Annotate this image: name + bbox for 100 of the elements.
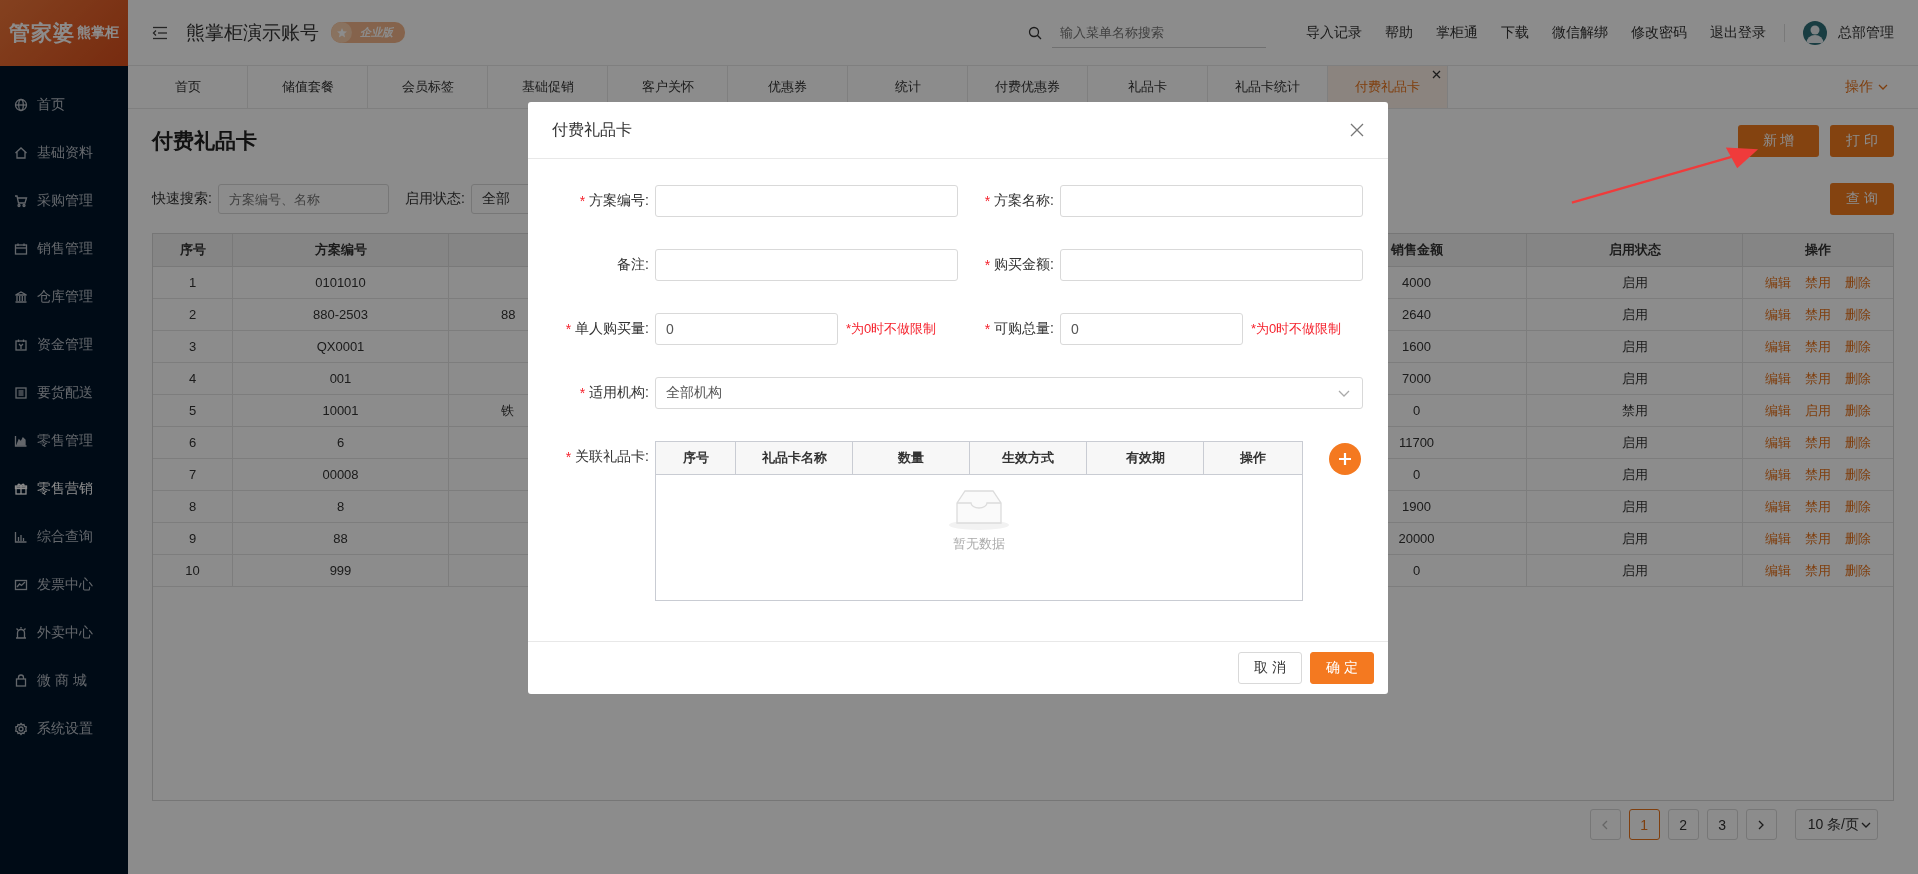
sidebar-item[interactable]: 基础资料	[0, 129, 128, 177]
table-action-link[interactable]: 禁用	[1805, 561, 1831, 580]
sidebar-item[interactable]: 销售管理	[0, 225, 128, 273]
table-action-link[interactable]: 禁用	[1805, 273, 1831, 292]
table-action-link[interactable]: 禁用	[1805, 529, 1831, 548]
table-cell: 启用	[1527, 523, 1743, 555]
table-action-link[interactable]: 禁用	[1805, 497, 1831, 516]
header-link[interactable]: 修改密码	[1631, 23, 1687, 42]
gift-icon	[14, 482, 28, 496]
page-button[interactable]: 2	[1667, 809, 1699, 840]
table-action-link[interactable]: 禁用	[1805, 369, 1831, 388]
sidebar-item[interactable]: 采购管理	[0, 177, 128, 225]
field-label: 适用机构:	[589, 384, 649, 402]
table-action-link[interactable]: 编辑	[1765, 465, 1791, 484]
table-cell: 7	[153, 459, 233, 491]
table-cell: QX0001	[233, 331, 449, 363]
table-action-link[interactable]: 删除	[1845, 465, 1871, 484]
table-action-link[interactable]: 禁用	[1805, 305, 1831, 324]
table-action-link[interactable]: 删除	[1845, 529, 1871, 548]
table-action-link[interactable]: 删除	[1845, 401, 1871, 420]
table-action-link[interactable]: 编辑	[1765, 561, 1791, 580]
avatar[interactable]	[1803, 20, 1827, 45]
close-icon[interactable]	[1350, 123, 1364, 137]
previous-page-button[interactable]	[1589, 809, 1621, 840]
sidebar-item[interactable]: 发票中心	[0, 561, 128, 609]
header-link[interactable]: 导入记录	[1306, 23, 1362, 42]
table-action-link[interactable]: 禁用	[1805, 465, 1831, 484]
table-action-link[interactable]: 禁用	[1805, 433, 1831, 452]
sidebar-item[interactable]: 微 商 城	[0, 657, 128, 705]
cancel-button[interactable]: 取 消	[1238, 652, 1303, 684]
table-action-link[interactable]: 删除	[1845, 305, 1871, 324]
header-link[interactable]: 帮助	[1385, 23, 1413, 42]
search-field[interactable]: 方案编号、名称	[217, 184, 389, 214]
table-action-link[interactable]: 删除	[1845, 337, 1871, 356]
table-cell: 启用	[1527, 491, 1743, 523]
table-action-link[interactable]: 编辑	[1765, 433, 1791, 452]
user-name[interactable]: 总部管理	[1838, 23, 1894, 42]
table-action-link[interactable]: 禁用	[1805, 337, 1831, 356]
table-action-link[interactable]: 编辑	[1765, 369, 1791, 388]
table-action-link[interactable]: 编辑	[1765, 337, 1791, 356]
input-field[interactable]	[1060, 249, 1363, 281]
table-action-link[interactable]: 编辑	[1765, 273, 1791, 292]
sidebar-item[interactable]: 综合查询	[0, 513, 128, 561]
add-button[interactable]	[1329, 443, 1361, 475]
confirm-button[interactable]: 确 定	[1310, 652, 1374, 684]
tab[interactable]: 会员标签	[368, 66, 488, 108]
sidebar-item[interactable]: 外卖中心	[0, 609, 128, 657]
tab[interactable]: 储值套餐	[248, 66, 368, 108]
chevron-down-icon	[1878, 84, 1888, 90]
next-page-button[interactable]	[1745, 809, 1777, 840]
sidebar-item[interactable]: 要货配送	[0, 369, 128, 417]
table-action-link[interactable]: 删除	[1845, 497, 1871, 516]
input-field[interactable]	[655, 185, 958, 217]
edition-badge: 企业版	[331, 22, 405, 43]
header-link[interactable]: 微信解绑	[1552, 23, 1608, 42]
logo-text: 管家婆	[9, 20, 75, 46]
table-cell: 3	[153, 331, 233, 363]
sidebar-item[interactable]: 仓库管理	[0, 273, 128, 321]
table-cell: 启用	[1527, 363, 1743, 395]
page-size-select[interactable]: 10 条/页	[1794, 809, 1878, 840]
input-field[interactable]	[655, 249, 958, 281]
select-field[interactable]: 全部机构	[655, 377, 1363, 409]
sidebar-item[interactable]: 零售管理	[0, 417, 128, 465]
action-button[interactable]: 打 印	[1830, 125, 1894, 157]
plus-icon	[1338, 452, 1352, 466]
table-action-link[interactable]: 编辑	[1765, 401, 1791, 420]
input-field[interactable]: 0	[655, 313, 838, 345]
empty-text: 暂无数据	[953, 535, 1005, 553]
sidebar-item[interactable]: 零售营销	[0, 465, 128, 513]
operations-menu[interactable]: 操作	[1845, 66, 1918, 108]
header-link[interactable]: 掌柜通	[1436, 23, 1478, 42]
table-cell: 6	[153, 427, 233, 459]
input-field[interactable]: 0	[1060, 313, 1243, 345]
table-action-link[interactable]: 编辑	[1765, 529, 1791, 548]
tab[interactable]: 付费礼品卡	[1328, 66, 1448, 108]
table-cell: 880-2503	[233, 299, 449, 331]
tab[interactable]: 首页	[128, 66, 248, 108]
sidebar-item[interactable]: 系统设置	[0, 705, 128, 753]
close-icon[interactable]	[1432, 70, 1441, 79]
sidebar-item[interactable]: 资金管理	[0, 321, 128, 369]
action-button[interactable]: 新 增	[1738, 125, 1819, 157]
input-field[interactable]	[1060, 185, 1363, 217]
table-cell: 铁	[501, 401, 514, 420]
header-link[interactable]: 退出登录	[1710, 23, 1766, 42]
table-action-link[interactable]: 删除	[1845, 369, 1871, 388]
table-action-link[interactable]: 编辑	[1765, 305, 1791, 324]
table-action-link[interactable]: 删除	[1845, 273, 1871, 292]
table-cell: 88	[233, 523, 449, 555]
required-mark: *	[565, 321, 572, 337]
table-action-link[interactable]: 编辑	[1765, 497, 1791, 516]
menu-icon[interactable]	[152, 25, 168, 40]
table-action-link[interactable]: 删除	[1845, 561, 1871, 580]
table-cell: 启用	[1527, 459, 1743, 491]
query-button[interactable]: 查 询	[1830, 183, 1894, 215]
page-button[interactable]: 3	[1706, 809, 1738, 840]
page-button[interactable]: 1	[1628, 809, 1660, 840]
sidebar-item[interactable]: 首页	[0, 81, 128, 129]
table-action-link[interactable]: 启用	[1805, 401, 1831, 420]
table-action-link[interactable]: 删除	[1845, 433, 1871, 452]
header-link[interactable]: 下载	[1501, 23, 1529, 42]
